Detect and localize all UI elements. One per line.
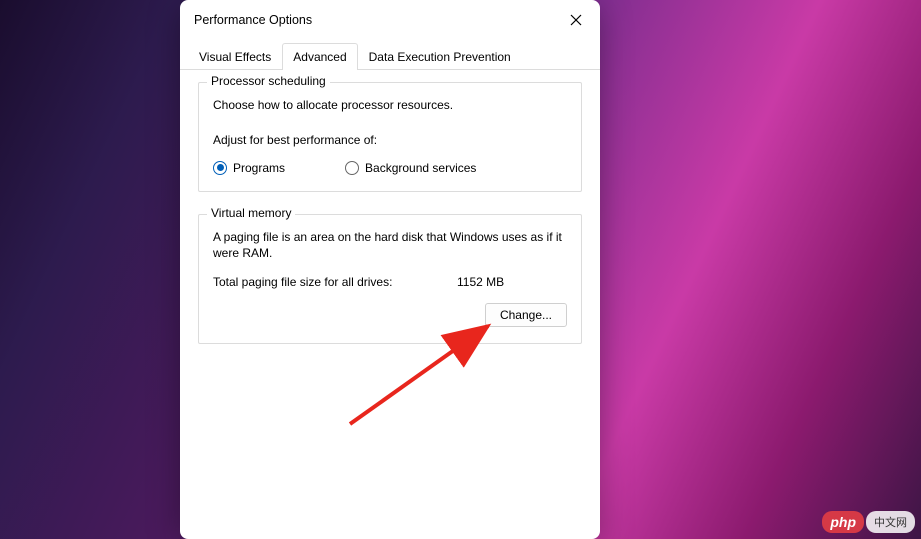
tab-visual-effects[interactable]: Visual Effects (188, 43, 282, 70)
change-button[interactable]: Change... (485, 303, 567, 327)
processor-description: Choose how to allocate processor resourc… (213, 97, 567, 114)
processor-legend: Processor scheduling (207, 74, 330, 88)
radio-icon (345, 161, 359, 175)
radio-programs[interactable]: Programs (213, 161, 285, 175)
window-title: Performance Options (194, 13, 312, 27)
adjust-label: Adjust for best performance of: (213, 132, 567, 149)
paging-total-label: Total paging file size for all drives: (213, 274, 457, 291)
close-button[interactable] (566, 10, 586, 30)
processor-scheduling-group: Processor scheduling Choose how to alloc… (198, 82, 582, 192)
radio-background-services[interactable]: Background services (345, 161, 476, 175)
tab-content: Processor scheduling Choose how to alloc… (180, 70, 600, 378)
performance-options-dialog: Performance Options Visual Effects Advan… (180, 0, 600, 539)
tab-dep[interactable]: Data Execution Prevention (358, 43, 522, 70)
radio-background-label: Background services (365, 161, 476, 175)
tabstrip: Visual Effects Advanced Data Execution P… (180, 42, 600, 70)
watermark-logo: php (822, 511, 864, 533)
titlebar: Performance Options (180, 0, 600, 38)
paging-size-row: Total paging file size for all drives: 1… (213, 274, 567, 291)
radio-row: Programs Background services (213, 161, 567, 175)
tab-advanced[interactable]: Advanced (282, 43, 357, 70)
paging-total-value: 1152 MB (457, 274, 567, 291)
button-row: Change... (213, 303, 567, 327)
virtual-memory-legend: Virtual memory (207, 206, 295, 220)
virtual-memory-description: A paging file is an area on the hard dis… (213, 229, 567, 263)
close-icon (570, 14, 582, 26)
virtual-memory-group: Virtual memory A paging file is an area … (198, 214, 582, 344)
watermark: php 中文网 (822, 511, 915, 533)
radio-programs-label: Programs (233, 161, 285, 175)
radio-icon (213, 161, 227, 175)
watermark-text: 中文网 (866, 511, 915, 533)
